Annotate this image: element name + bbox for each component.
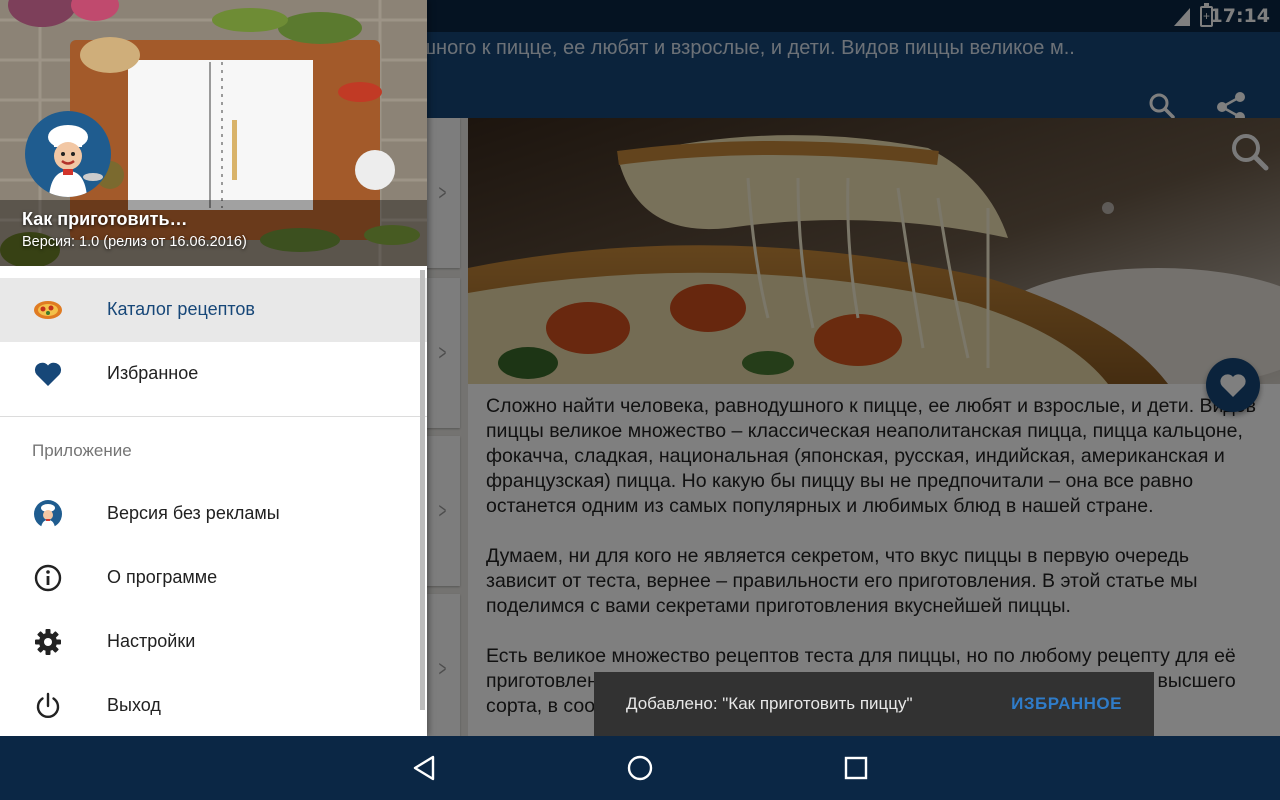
snackbar-action-button[interactable]: ИЗБРАННОЕ bbox=[1011, 694, 1122, 714]
drawer-item-favorites[interactable]: Избранное bbox=[0, 342, 427, 406]
drawer-header: Как приготовить… Версия: 1.0 (релиз от 1… bbox=[0, 0, 427, 266]
chef-icon bbox=[48, 125, 103, 197]
drawer-item-about[interactable]: О программе bbox=[0, 546, 427, 610]
drawer-item-recipe-catalog[interactable]: Каталог рецептов bbox=[0, 278, 427, 342]
background-app: + 17:14 …шного к пицце, ее любят и взрос… bbox=[0, 0, 1280, 736]
home-icon[interactable] bbox=[624, 752, 656, 784]
gear-icon bbox=[30, 628, 66, 656]
navigation-drawer: Как приготовить… Версия: 1.0 (релиз от 1… bbox=[0, 0, 427, 736]
drawer-divider bbox=[0, 416, 427, 417]
drawer-item-label: Настройки bbox=[107, 631, 196, 651]
drawer-section-title: Приложение bbox=[32, 441, 132, 460]
heart-icon bbox=[30, 360, 66, 388]
drawer-item-label: Избранное bbox=[107, 363, 199, 383]
drawer-item-label: Каталог рецептов bbox=[107, 299, 255, 319]
drawer-app-name: Как приготовить… bbox=[22, 209, 188, 229]
info-icon bbox=[30, 564, 66, 592]
power-icon bbox=[30, 692, 66, 720]
chef-icon bbox=[30, 500, 66, 528]
drawer-version: Версия: 1.0 (релиз от 16.06.2016) bbox=[22, 234, 247, 250]
drawer-item-exit[interactable]: Выход bbox=[0, 674, 427, 736]
drawer-item-settings[interactable]: Настройки bbox=[0, 610, 427, 674]
recents-icon[interactable] bbox=[840, 752, 872, 784]
back-icon[interactable] bbox=[408, 752, 440, 784]
drawer-item-label: Версия без рекламы bbox=[107, 503, 280, 523]
drawer-item-ad-free[interactable]: Версия без рекламы bbox=[0, 482, 427, 546]
drawer-scrollbar[interactable] bbox=[420, 270, 425, 710]
snackbar: Добавлено: "Как приготовить пиццу" ИЗБРА… bbox=[594, 672, 1154, 736]
drawer-item-label: Выход bbox=[107, 695, 161, 715]
snackbar-message: Добавлено: "Как приготовить пиццу" bbox=[626, 694, 913, 713]
pizza-icon bbox=[30, 296, 66, 324]
drawer-item-label: О программе bbox=[107, 567, 218, 587]
system-navigation-bar bbox=[0, 736, 1280, 800]
avatar bbox=[25, 111, 111, 197]
